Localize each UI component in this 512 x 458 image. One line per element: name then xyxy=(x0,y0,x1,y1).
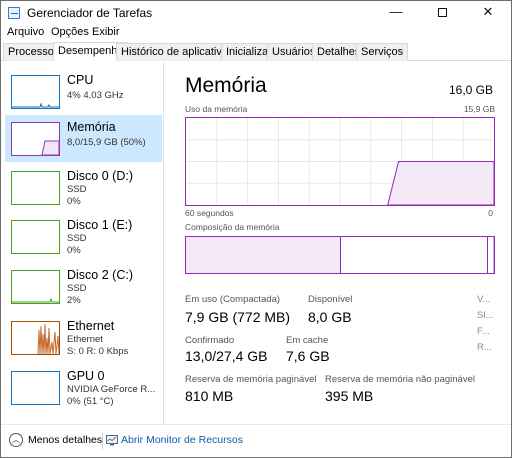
available-value: 8,0 GB xyxy=(308,309,352,325)
memory-composition-bar xyxy=(185,236,495,274)
sidebar-item-detail: 8,0/15,9 GB (50%) xyxy=(67,137,146,148)
memory-usage-area xyxy=(387,161,494,205)
memory-usage-graph xyxy=(185,117,495,206)
close-button[interactable]: ✕ xyxy=(465,1,511,25)
sidebar-item-detail: SSD xyxy=(67,233,87,244)
memory-detail-panel: Memória 16,0 GB Uso da memória 15,9 GB 6… xyxy=(175,62,505,424)
divider xyxy=(102,433,103,449)
sidebar-item-label: CPU xyxy=(67,73,94,87)
memory-graph-icon xyxy=(11,122,60,156)
cut-off-label: R... xyxy=(477,342,492,353)
sidebar-item-disk-2[interactable]: Disco 2 (C:) SSD 2% xyxy=(5,263,162,310)
paged-pool-value: 810 MB xyxy=(185,388,234,404)
composition-cached xyxy=(341,237,488,273)
menu-bar: Arquivo Opções Exibir xyxy=(1,25,511,41)
memory-usage-chart xyxy=(186,118,494,205)
task-manager-window: Gerenciador de Tarefas — ✕ Arquivo Opçõe… xyxy=(0,0,512,458)
committed-value: 13,0/27,4 GB xyxy=(185,348,268,364)
resource-monitor-icon xyxy=(106,435,118,446)
cut-off-label: F... xyxy=(477,326,490,337)
composition-free xyxy=(488,237,494,273)
menu-arquivo[interactable]: Arquivo xyxy=(7,26,44,38)
sidebar-item-ethernet[interactable]: Ethernet Ethernet S: 0 R: 0 Kbps xyxy=(5,314,162,361)
sidebar-item-label: GPU 0 xyxy=(67,369,105,383)
cached-value: 7,6 GB xyxy=(286,348,330,364)
sidebar-item-detail: SSD xyxy=(67,184,87,195)
sidebar-item-usage: S: 0 R: 0 Kbps xyxy=(67,346,129,357)
sidebar-item-detail: Ethernet xyxy=(67,334,103,345)
nonpaged-pool-label: Reserva de memória não paginável xyxy=(325,374,475,385)
menu-opcoes[interactable]: Opções xyxy=(51,26,89,38)
cpu-graph-icon xyxy=(11,75,60,109)
sidebar-item-label: Ethernet xyxy=(67,319,115,333)
available-label: Disponível xyxy=(308,294,353,305)
sidebar-item-disk-1[interactable]: Disco 1 (E:) SSD 0% xyxy=(5,213,162,260)
cut-off-label: Sl... xyxy=(477,310,494,321)
sidebar-item-usage: 2% xyxy=(67,295,81,306)
page-title: Memória xyxy=(185,74,267,97)
usage-graph-max: 15,9 GB xyxy=(463,104,495,114)
usage-graph-label: Uso da memória xyxy=(185,104,248,114)
cached-label: Em cache xyxy=(286,335,329,346)
sidebar-item-cpu[interactable]: CPU 4% 4,03 GHz xyxy=(5,68,162,115)
composition-label: Composição da memória xyxy=(185,222,280,232)
disk-graph-icon xyxy=(11,220,60,254)
task-manager-app-icon xyxy=(8,7,20,19)
open-resource-monitor-link[interactable]: Abrir Monitor de Recursos xyxy=(121,434,243,446)
disk-graph-icon xyxy=(11,270,60,304)
chevron-up-icon[interactable]: ︿ xyxy=(9,433,23,447)
performance-panel: CPU 4% 4,03 GHz Memória 8,0/15,9 GB (50%… xyxy=(1,62,511,424)
sidebar-item-label: Disco 1 (E:) xyxy=(67,218,133,232)
disk-graph-icon xyxy=(11,171,60,205)
sidebar-item-gpu[interactable]: GPU 0 NVIDIA GeForce R... 0% (51 °C) xyxy=(5,364,162,411)
sidebar-item-disk-0[interactable]: Disco 0 (D:) SSD 0% xyxy=(5,164,162,211)
sidebar-item-detail: NVIDIA GeForce R... xyxy=(67,384,156,395)
paged-pool-label: Reserva de memória paginável xyxy=(185,374,317,385)
committed-label: Confirmado xyxy=(185,335,235,346)
sidebar-item-memory[interactable]: Memória 8,0/15,9 GB (50%) xyxy=(5,115,162,162)
ethernet-graph-icon xyxy=(11,321,60,355)
sidebar-item-usage: 0% xyxy=(67,196,81,207)
sidebar-item-label: Disco 2 (C:) xyxy=(67,268,133,282)
tab-servicos[interactable]: Serviços xyxy=(356,43,409,61)
gpu-graph-icon xyxy=(11,371,60,405)
time-axis-right: 0 xyxy=(488,208,493,218)
composition-in-use xyxy=(186,237,341,273)
sidebar-item-detail: 4% 4,03 GHz xyxy=(67,90,124,101)
menu-exibir[interactable]: Exibir xyxy=(92,26,120,38)
cut-off-label: V... xyxy=(477,294,491,305)
maximize-icon xyxy=(437,8,447,18)
nonpaged-pool-value: 395 MB xyxy=(325,388,374,404)
time-axis-left: 60 segundos xyxy=(185,208,234,218)
sidebar-item-usage: 0% (51 °C) xyxy=(67,396,114,407)
window-title: Gerenciador de Tarefas xyxy=(27,6,153,20)
maximize-button[interactable] xyxy=(419,1,465,25)
memory-total: 16,0 GB xyxy=(448,83,493,97)
bottom-bar: ︿ Menos detalhes Abrir Monitor de Recurs… xyxy=(1,424,511,457)
minimize-button[interactable]: — xyxy=(373,1,419,25)
fewer-details-link[interactable]: Menos detalhes xyxy=(28,434,102,446)
in-use-value: 7,9 GB (772 MB) xyxy=(185,309,291,325)
sidebar-item-detail: SSD xyxy=(67,283,87,294)
title-bar: Gerenciador de Tarefas — ✕ xyxy=(1,1,511,25)
sidebar-item-usage: 0% xyxy=(67,245,81,256)
tab-bar: Processos Desempenho Histórico de aplica… xyxy=(1,41,511,61)
resource-sidebar: CPU 4% 4,03 GHz Memória 8,0/15,9 GB (50%… xyxy=(1,62,164,424)
sidebar-item-label: Memória xyxy=(67,120,116,134)
sidebar-item-label: Disco 0 (D:) xyxy=(67,169,133,183)
in-use-label: Em uso (Compactada) xyxy=(185,294,281,305)
